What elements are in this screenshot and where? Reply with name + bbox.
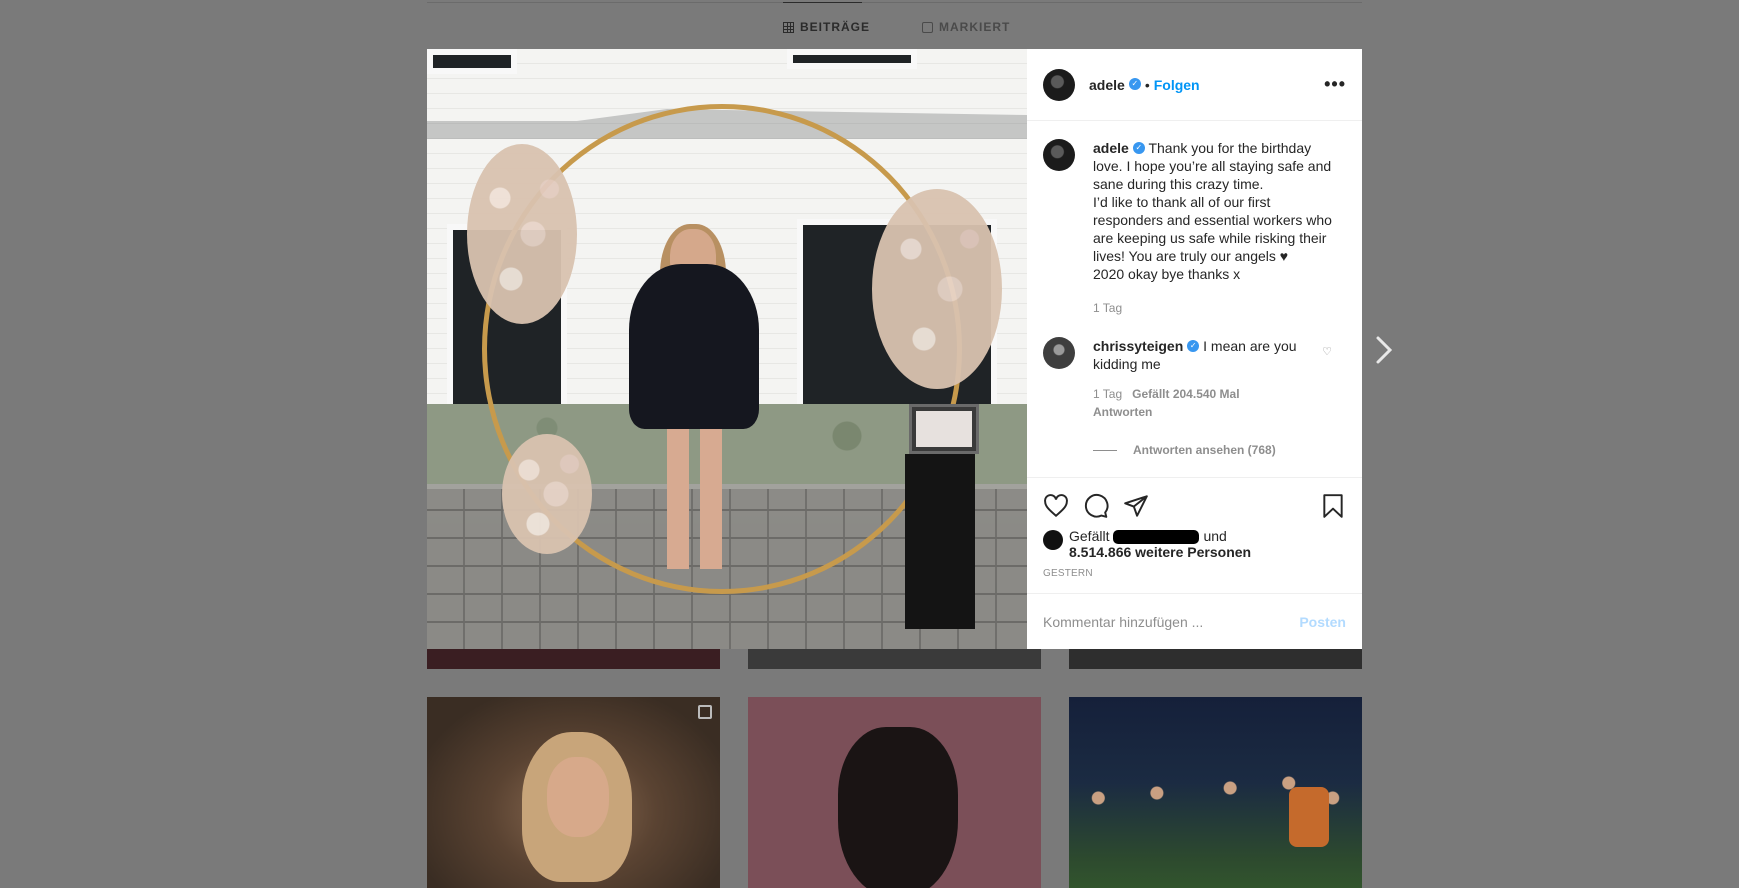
- action-icons: [1043, 486, 1346, 526]
- post-sidebar: adele ✓ • Folgen ••• adele ✓ Thank you fo…: [1027, 49, 1362, 649]
- photo-flowers: [502, 434, 592, 554]
- comment-icon[interactable]: [1083, 493, 1109, 519]
- comment-timestamp[interactable]: 1 Tag: [1093, 387, 1122, 401]
- caption-line: I’d like to thank all of our first respo…: [1093, 194, 1332, 264]
- post-modal: adele ✓ • Folgen ••• adele ✓ Thank you fo…: [427, 49, 1362, 649]
- carousel-icon: [698, 705, 712, 719]
- likes-text[interactable]: Gefällt und 8.514.866 weitere Personen: [1069, 528, 1251, 560]
- comments-list[interactable]: adele ✓ Thank you for the birthday love. …: [1027, 121, 1362, 477]
- post-photo[interactable]: [427, 49, 1027, 649]
- grid-icon: [783, 21, 794, 33]
- comment-body: chrissyteigen ✓ I mean are you kidding me…: [1093, 337, 1333, 421]
- tag-icon: [922, 21, 933, 33]
- author-username[interactable]: adele: [1089, 77, 1125, 93]
- comment-likes[interactable]: Gefällt 204.540 Mal: [1132, 387, 1239, 401]
- add-comment-bar: Posten: [1027, 593, 1362, 649]
- tab-posts-label: BEITRÄGE: [800, 20, 871, 34]
- likes-and: und: [1203, 527, 1227, 544]
- follow-button[interactable]: Folgen: [1154, 77, 1200, 93]
- photo-laptop: [909, 404, 979, 454]
- tab-posts[interactable]: BEITRÄGE: [783, 2, 871, 34]
- bookmark-icon[interactable]: [1320, 493, 1346, 519]
- like-comment-icon[interactable]: ♡: [1322, 345, 1332, 358]
- share-icon[interactable]: [1123, 493, 1149, 519]
- avatar[interactable]: [1043, 139, 1075, 171]
- avatar[interactable]: [1043, 337, 1075, 369]
- heart-icon[interactable]: [1043, 493, 1069, 519]
- likes-count[interactable]: 8.514.866 weitere Personen: [1069, 544, 1251, 560]
- caption-timestamp[interactable]: 1 Tag: [1093, 301, 1346, 315]
- caption: adele ✓ Thank you for the birthday love. …: [1043, 139, 1346, 283]
- photo-flowers: [467, 144, 577, 324]
- post-comment-button[interactable]: Posten: [1299, 614, 1346, 630]
- comment: chrissyteigen ✓ I mean are you kidding me…: [1043, 337, 1346, 421]
- view-replies-label: Antworten ansehen (768): [1133, 443, 1276, 457]
- photo-flowers: [872, 189, 1002, 389]
- comment-meta: 1 Tag Gefällt 204.540 Mal Antworten: [1093, 385, 1333, 421]
- photo-content: [547, 757, 609, 837]
- reply-button[interactable]: Antworten: [1093, 405, 1152, 419]
- caption-author[interactable]: adele: [1093, 140, 1129, 156]
- likes-summary: Gefällt und 8.514.866 weitere Personen: [1043, 528, 1346, 560]
- caption-line: 2020 okay bye thanks x: [1093, 266, 1241, 282]
- profile-tabs: BEITRÄGE MARKIERT: [0, 0, 1739, 48]
- caption-body: adele ✓ Thank you for the birthday love. …: [1093, 139, 1333, 283]
- photo-window: [427, 49, 517, 74]
- verified-badge-icon: ✓: [1128, 77, 1141, 90]
- separator: •: [1144, 76, 1150, 93]
- more-options-icon[interactable]: •••: [1324, 74, 1346, 95]
- comment-author[interactable]: chrissyteigen: [1093, 338, 1183, 354]
- chevron-right-icon[interactable]: [1374, 335, 1394, 365]
- photo-person: [667, 429, 722, 569]
- photo-content: [838, 727, 958, 888]
- comment-input[interactable]: [1043, 613, 1300, 630]
- grid-post[interactable]: [427, 697, 720, 888]
- redacted-username: [1113, 530, 1200, 544]
- photo-content: [1289, 787, 1329, 847]
- post-date[interactable]: GESTERN: [1043, 568, 1346, 579]
- post-header: adele ✓ • Folgen •••: [1027, 49, 1362, 121]
- tab-tagged[interactable]: MARKIERT: [922, 20, 1010, 34]
- photo-person: [629, 264, 759, 429]
- view-replies-button[interactable]: Antworten ansehen (768): [1093, 443, 1346, 457]
- action-bar: Gefällt und 8.514.866 weitere Personen GE…: [1027, 476, 1362, 593]
- avatar[interactable]: [1043, 68, 1075, 101]
- photo-window: [787, 49, 917, 69]
- avatar[interactable]: [1043, 529, 1063, 550]
- photo-pedestal: [905, 454, 975, 629]
- grid-post[interactable]: [748, 697, 1041, 888]
- tab-tagged-label: MARKIERT: [939, 20, 1011, 34]
- verified-badge-icon: ✓: [1187, 340, 1200, 353]
- verified-badge-icon: ✓: [1132, 142, 1145, 155]
- divider: [1093, 449, 1117, 451]
- grid-post[interactable]: [1069, 697, 1362, 888]
- likes-prefix: Gefällt: [1069, 527, 1110, 544]
